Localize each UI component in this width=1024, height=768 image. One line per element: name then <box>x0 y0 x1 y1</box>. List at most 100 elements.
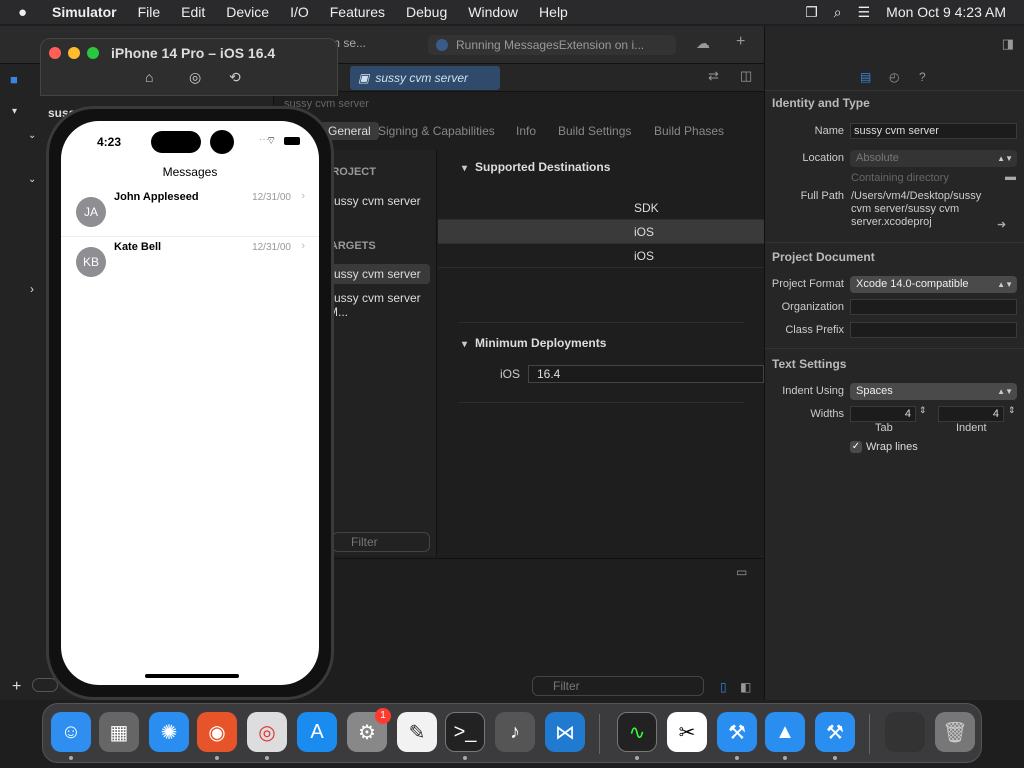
menu-io[interactable]: I/O <box>290 4 309 20</box>
screen-mirroring-icon[interactable]: ❐ <box>805 4 818 21</box>
menu-file[interactable]: File <box>138 4 161 20</box>
tab-signing-capabilities[interactable]: Signing & Capabilities <box>378 124 495 138</box>
menu-debug[interactable]: Debug <box>406 4 447 20</box>
xcode-instruments-icon[interactable]: ⚒ <box>717 712 757 752</box>
xcode-icon[interactable]: ⚒ <box>815 712 855 752</box>
chevron-down-icon: ▾ <box>462 163 468 174</box>
toggle-inspector-icon[interactable]: ◨ <box>1002 36 1014 52</box>
variables-view-icon[interactable]: ▯ <box>720 680 727 694</box>
close-window-button[interactable] <box>49 47 61 59</box>
tab-build-settings[interactable]: Build Settings <box>558 124 631 138</box>
disclosure-chevron-right-icon[interactable]: › <box>30 282 34 296</box>
tab-width-stepper-icon[interactable]: ⇕ <box>919 405 927 416</box>
garageband-icon[interactable]: ♪ <box>495 712 535 752</box>
editor-tab[interactable]: ▣ sussy cvm server <box>350 66 500 90</box>
project-format-popup[interactable]: Xcode 14.0-compatible ▲▼ <box>850 276 1017 293</box>
reveal-in-finder-icon[interactable]: ➜ <box>997 218 1006 231</box>
contact-list-item[interactable]: KB Kate Bell 12/31/00 › <box>61 237 319 287</box>
firefox-icon[interactable]: ◉ <box>197 712 237 752</box>
menu-features[interactable]: Features <box>330 4 385 20</box>
apple-menu-icon[interactable]: ● <box>18 4 38 21</box>
menu-help[interactable]: Help <box>539 4 568 20</box>
wrap-lines-checkbox[interactable]: ✓ <box>850 441 862 453</box>
add-button-icon[interactable]: + <box>736 33 745 51</box>
cloud-icon[interactable]: ☁ <box>696 35 710 52</box>
destination-row[interactable]: iOS <box>438 220 764 244</box>
spotlight-search-icon[interactable]: ⌕ <box>834 4 842 21</box>
home-button-icon[interactable]: ⌂ <box>145 69 153 85</box>
tab-caption: Tab <box>875 422 893 434</box>
help-inspector-icon[interactable]: ? <box>919 70 926 84</box>
launchpad-icon[interactable]: ▦ <box>99 712 139 752</box>
tab-width-field[interactable]: 4 <box>850 406 916 422</box>
running-indicator <box>635 756 639 760</box>
contact-list-item[interactable]: JA John Appleseed 12/31/00 › <box>61 187 319 237</box>
menu-app-simulator[interactable]: Simulator <box>52 4 117 20</box>
target-item-extension[interactable]: sussy cvm server M... <box>328 291 436 319</box>
tab-build-phases[interactable]: Build Phases <box>654 124 724 138</box>
organization-field[interactable] <box>850 299 1017 315</box>
chrome-icon[interactable]: ◎ <box>247 712 287 752</box>
file-inspector-icon[interactable]: ▤ <box>860 70 871 84</box>
disclosure-chevron-icon[interactable]: ▾ <box>12 106 17 117</box>
name-field[interactable]: sussy cvm server <box>850 123 1017 139</box>
vscode-icon[interactable]: ⋈ <box>545 712 585 752</box>
project-item[interactable]: sussy cvm server <box>328 194 421 208</box>
menubar-clock[interactable]: Mon Oct 9 4:23 AM <box>886 4 1006 20</box>
menu-window[interactable]: Window <box>468 4 518 20</box>
file-inspector: ◨ ▤ ◴ ? Identity and Type Name sussy cvm… <box>764 26 1024 700</box>
zoom-window-button[interactable] <box>87 47 99 59</box>
project-settings-tabs: General Signing & Capabilities Info Buil… <box>274 120 764 144</box>
targets-filter-input[interactable]: Filter <box>332 532 430 552</box>
rotate-button-icon[interactable]: ⟲ <box>229 69 241 86</box>
reveal-folder-icon[interactable]: ▬ <box>1005 171 1016 183</box>
section-divider <box>458 322 744 323</box>
safari-icon[interactable]: ✺ <box>149 712 189 752</box>
home-indicator[interactable] <box>145 674 239 678</box>
project-document-title: Project Document <box>772 250 875 264</box>
iphone-screen[interactable]: 4:23 ···· ⌔ Messages JA John Appleseed 1… <box>61 121 319 685</box>
target-item-app[interactable]: sussy cvm server <box>322 264 430 284</box>
system-settings-icon[interactable]: ⚙ 1 <box>347 708 391 752</box>
app-store-icon[interactable]: A <box>297 712 337 752</box>
console-view-icon[interactable]: ◧ <box>740 680 751 694</box>
project-format-label: Project Format <box>771 278 844 290</box>
tab-info[interactable]: Info <box>516 124 536 138</box>
identity-type-title: Identity and Type <box>772 96 870 110</box>
disclosure-chevron-icon[interactable]: ⌄ <box>28 174 36 185</box>
simulator-icon[interactable]: ▲ <box>765 712 805 752</box>
folder-icon[interactable]: ■ <box>10 72 18 87</box>
minimize-window-button[interactable] <box>68 47 80 59</box>
control-center-icon[interactable]: ☰ <box>858 4 871 21</box>
ios-deployment-target-field[interactable]: 16.4 <box>528 365 764 383</box>
status-app-icon <box>436 39 448 51</box>
menu-device[interactable]: Device <box>226 4 269 20</box>
breadcrumb[interactable]: sussy cvm server <box>274 92 764 116</box>
toggle-debug-area-icon[interactable]: ▭ <box>736 565 747 579</box>
location-popup[interactable]: Absolute ▲▼ <box>850 150 1017 167</box>
minimized-window-icon[interactable] <box>885 712 925 752</box>
indent-width-field[interactable]: 4 <box>938 406 1004 422</box>
minimum-deployments-header[interactable]: ▾ Minimum Deployments <box>462 336 606 350</box>
capcut-icon[interactable]: ✂ <box>667 712 707 752</box>
debug-filter-input[interactable]: Filter <box>532 676 704 696</box>
destination-row[interactable]: iOS <box>438 244 764 268</box>
menu-bar: ● Simulator File Edit Device I/O Feature… <box>0 0 1024 24</box>
general-settings-editor: ▾ Supported Destinations SDK iOS iOS ▾ Min… <box>438 150 764 556</box>
supported-destinations-header[interactable]: ▾ Supported Destinations <box>462 160 610 174</box>
add-file-icon[interactable]: + <box>12 678 21 696</box>
indent-width-stepper-icon[interactable]: ⇕ <box>1008 405 1016 416</box>
trash-icon[interactable]: 🗑 <box>935 712 975 752</box>
activity-monitor-icon[interactable]: ∿ <box>617 712 657 752</box>
textedit-icon[interactable]: ✎ <box>397 712 437 752</box>
split-editor-icon[interactable]: ◫ <box>740 68 752 84</box>
finder-icon[interactable]: ☺ <box>51 712 91 752</box>
screenshot-button-icon[interactable]: ◎ <box>189 69 201 86</box>
terminal-icon[interactable]: >_ <box>445 712 485 752</box>
disclosure-chevron-icon[interactable]: ⌄ <box>28 130 36 141</box>
class-prefix-field[interactable] <box>850 322 1017 338</box>
indent-using-popup[interactable]: Spaces ▲▼ <box>850 383 1017 400</box>
swap-editor-icon[interactable]: ⇄ <box>708 68 719 84</box>
menu-edit[interactable]: Edit <box>181 4 205 20</box>
history-inspector-icon[interactable]: ◴ <box>889 70 899 84</box>
